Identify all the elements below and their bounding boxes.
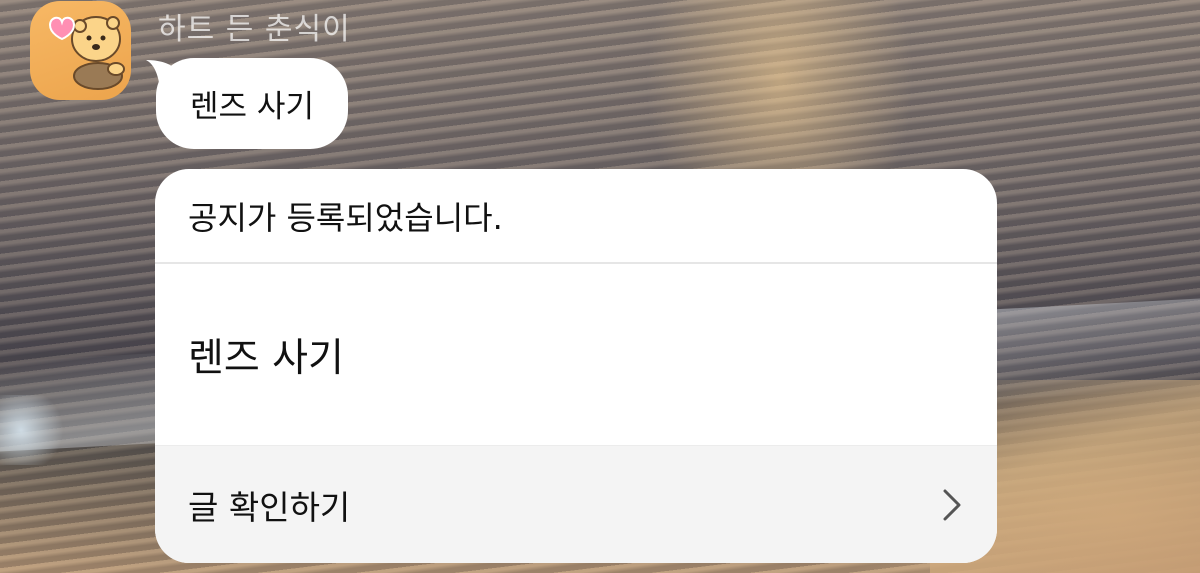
chevron-right-icon [943,489,961,520]
notice-card[interactable]: 공지가 등록되었습니다. 렌즈 사기 글 확인하기 [155,169,997,563]
message-bubble[interactable]: 렌즈 사기 [156,58,348,149]
sender-name: 하트 든 춘식이 [158,12,351,47]
notice-header-text: 공지가 등록되었습니다. [188,198,503,237]
notice-content[interactable]: 렌즈 사기 [155,264,997,445]
notice-content-text: 렌즈 사기 [188,335,344,381]
background-foam [0,395,70,465]
view-post-label: 글 확인하기 [188,487,351,527]
sender-avatar[interactable] [30,1,131,100]
message-text: 렌즈 사기 [190,89,314,125]
view-post-button[interactable]: 글 확인하기 [155,445,997,563]
notice-header: 공지가 등록되었습니다. [155,169,997,264]
choonsik-character-icon [48,16,125,90]
